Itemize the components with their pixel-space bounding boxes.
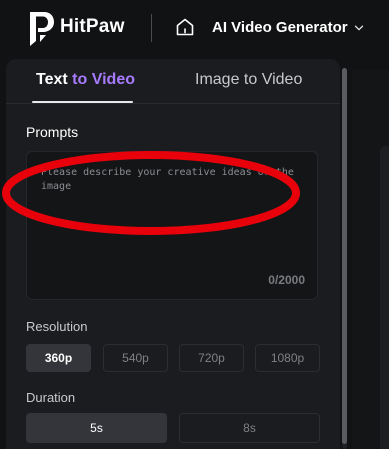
- duration-option-5s[interactable]: 5s: [26, 413, 167, 443]
- home-icon[interactable]: [175, 17, 195, 37]
- tab-label-accent: to: [72, 71, 88, 88]
- generator-panel: Text to Video Image to Video Prompts 0/2…: [6, 59, 340, 449]
- prompts-label: Prompts: [26, 124, 79, 140]
- chevron-down-icon: [354, 25, 363, 30]
- product-selector[interactable]: AI Video Generator: [212, 19, 364, 36]
- tab-label-part: Text: [36, 71, 73, 88]
- tabs-divider: [6, 103, 340, 104]
- product-label: AI Video Generator: [212, 19, 348, 36]
- resolution-label: Resolution: [26, 319, 88, 334]
- duration-label: Duration: [26, 390, 76, 405]
- tab-text-to-video[interactable]: Text to Video: [36, 71, 135, 89]
- resolution-options: 360p 540p 720p 1080p: [26, 344, 320, 372]
- app-window: HitPaw AI Video Generator Text to Video …: [0, 0, 389, 449]
- scrollbar-thumb[interactable]: [342, 68, 347, 444]
- duration-option-8s[interactable]: 8s: [179, 413, 320, 443]
- tab-image-to-video[interactable]: Image to Video: [195, 71, 302, 89]
- tab-label-accent: Video: [87, 71, 135, 88]
- header-divider: [151, 14, 152, 42]
- prompt-box[interactable]: 0/2000: [26, 151, 318, 300]
- resolution-option-360p[interactable]: 360p: [26, 344, 91, 372]
- resolution-option-540p[interactable]: 540p: [103, 344, 168, 372]
- char-count: 0/2000: [268, 273, 305, 287]
- hitpaw-logo-icon[interactable]: [27, 9, 55, 47]
- prompt-input[interactable]: [41, 166, 301, 266]
- resolution-option-720p[interactable]: 720p: [179, 344, 244, 372]
- resolution-option-1080p[interactable]: 1080p: [255, 344, 320, 372]
- preview-panel-edge: [380, 146, 389, 449]
- duration-options: 5s 8s: [26, 413, 320, 443]
- top-bar: HitPaw AI Video Generator: [0, 0, 389, 58]
- brand-name: HitPaw: [60, 16, 125, 37]
